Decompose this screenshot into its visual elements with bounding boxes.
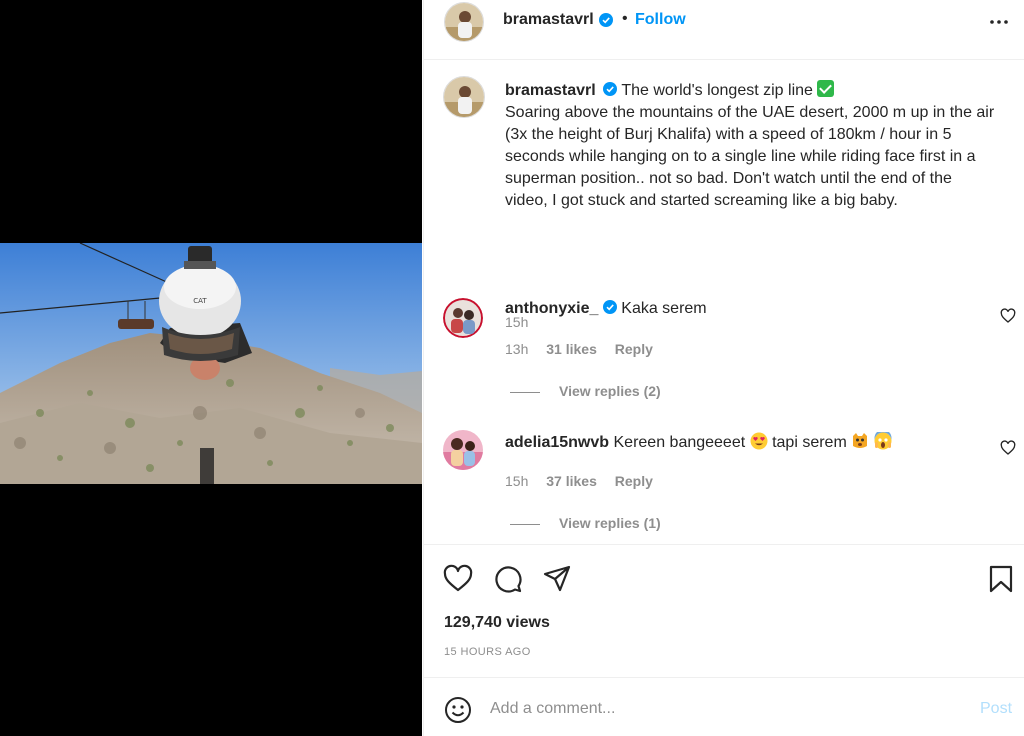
comment-body: Kaka serem: [621, 300, 707, 317]
verified-badge-icon: [603, 82, 618, 96]
post-timestamp[interactable]: 15 HOURS AGO: [444, 646, 531, 658]
comment-item: adelia15nwvb Kereen bangeeeet tapi serem: [424, 429, 1024, 544]
author-avatar[interactable]: [444, 2, 484, 42]
media-pane: CAT: [0, 0, 422, 736]
comment-body: Kereen bangeeeet: [613, 434, 746, 451]
comment-likes[interactable]: 37 likes: [546, 473, 597, 489]
more-options-icon[interactable]: [988, 14, 1010, 30]
like-comment-heart-icon[interactable]: [1000, 308, 1016, 324]
check-mark-emoji-icon: [817, 80, 835, 97]
comment-text: anthonyxie_ Kaka serem: [505, 300, 707, 318]
comments-list[interactable]: bramastavrl The world's longest zip line…: [424, 61, 1024, 544]
comment-body-continued: tapi serem: [772, 434, 847, 451]
post-video[interactable]: CAT: [0, 243, 422, 484]
like-comment-heart-icon[interactable]: [1000, 440, 1016, 456]
heart-eyes-emoji-icon: [750, 432, 768, 450]
comment-likes[interactable]: 31 likes: [546, 341, 597, 357]
caption-author-avatar[interactable]: [443, 76, 485, 118]
comment-meta: 15h 37 likes Reply: [505, 473, 667, 489]
verified-badge-icon: [599, 13, 613, 27]
scared-cat-emoji-icon: [851, 432, 869, 450]
commenter-avatar[interactable]: [443, 298, 483, 338]
verified-badge-icon: [602, 300, 617, 314]
comment-item: anthonyxie_ Kaka serem 13h 31 likes Repl…: [424, 298, 1024, 418]
add-comment-section: Post: [424, 677, 1024, 736]
video-frame: CAT: [0, 243, 422, 484]
comment-timestamp[interactable]: 13h: [505, 341, 528, 357]
view-replies-button[interactable]: View replies (1): [510, 515, 661, 531]
post-button[interactable]: Post: [980, 700, 1012, 718]
caption-username[interactable]: bramastavrl: [505, 82, 596, 99]
screaming-face-emoji-icon: [874, 429, 892, 450]
comment-meta: 13h 31 likes Reply: [505, 341, 667, 357]
post-header: bramastavrl • Follow: [424, 0, 1024, 60]
caption-title: The world's longest zip line: [621, 82, 813, 99]
view-replies-label: View replies (1): [559, 515, 661, 531]
smile-icon[interactable]: [444, 696, 472, 724]
share-icon[interactable]: [542, 564, 572, 594]
follow-button[interactable]: Follow: [635, 11, 686, 29]
post-details-panel: bramastavrl • Follow bramastavrl The wor…: [423, 0, 1024, 736]
post-caption: bramastavrl The world's longest zip line…: [505, 80, 995, 212]
post-actions: 129,740 views 15 HOURS AGO: [424, 544, 1024, 677]
view-replies-label: View replies (2): [559, 383, 661, 399]
view-count[interactable]: 129,740 views: [444, 614, 550, 632]
replies-divider: [510, 523, 540, 525]
comment-timestamp[interactable]: 15h: [505, 473, 528, 489]
reply-button[interactable]: Reply: [615, 473, 653, 489]
bookmark-icon[interactable]: [986, 564, 1016, 594]
svg-text:CAT: CAT: [193, 297, 207, 305]
author-username[interactable]: bramastavrl: [503, 11, 594, 29]
comment-text: adelia15nwvb Kereen bangeeeet tapi serem: [505, 429, 892, 452]
view-replies-button[interactable]: View replies (2): [510, 383, 661, 399]
comment-input[interactable]: [490, 694, 960, 724]
commenter-username[interactable]: adelia15nwvb: [505, 434, 609, 451]
replies-divider: [510, 391, 540, 393]
separator-dot: •: [622, 10, 628, 27]
commenter-username[interactable]: anthonyxie_: [505, 300, 598, 317]
commenter-avatar[interactable]: [443, 430, 483, 470]
caption-body: Soaring above the mountains of the UAE d…: [505, 104, 995, 209]
reply-button[interactable]: Reply: [615, 341, 653, 357]
comment-icon[interactable]: [493, 564, 523, 594]
heart-icon[interactable]: [443, 564, 473, 594]
